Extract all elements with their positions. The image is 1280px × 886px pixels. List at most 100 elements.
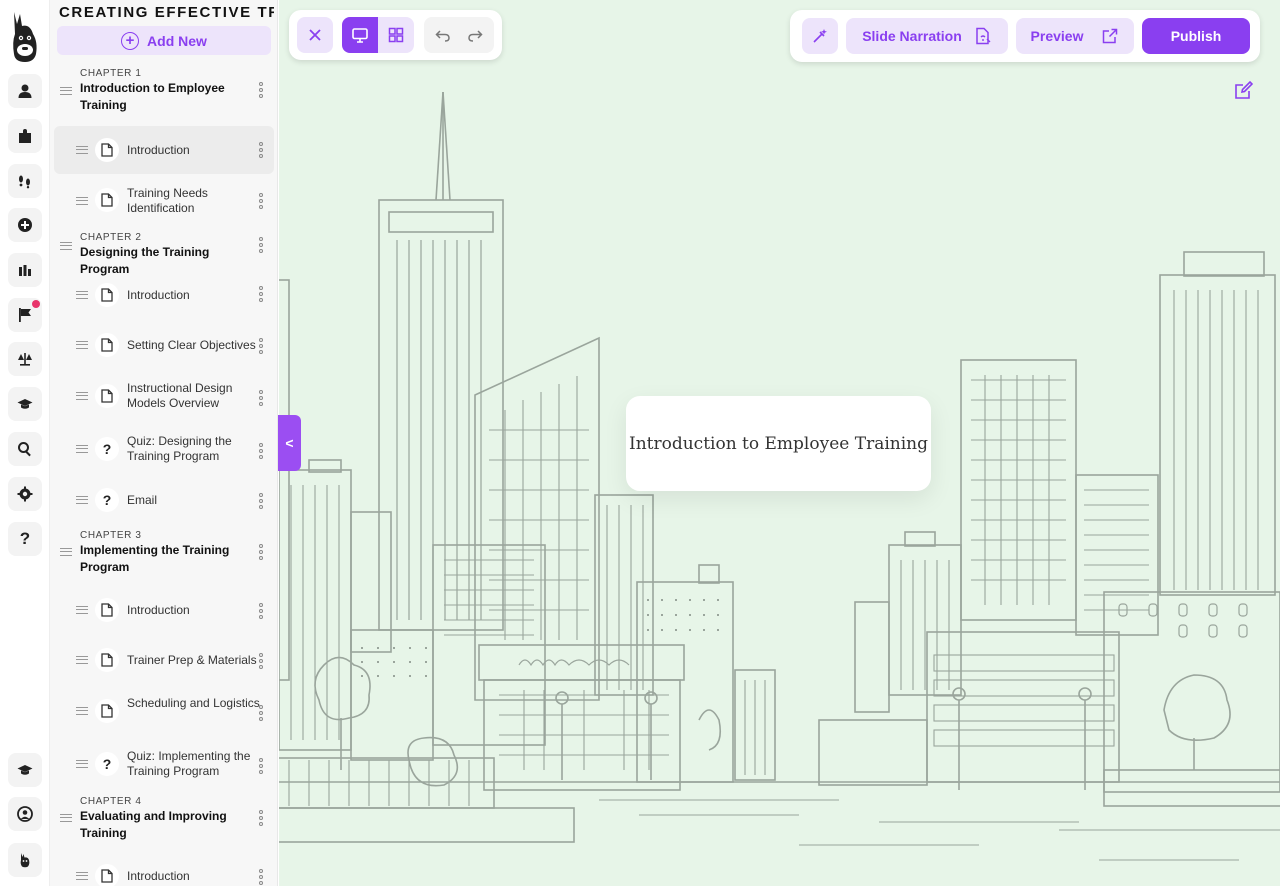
narration-icon xyxy=(976,27,991,45)
footprints-icon xyxy=(19,175,30,189)
rail-compliance-button[interactable] xyxy=(8,342,42,376)
more-options-icon[interactable] xyxy=(259,493,263,511)
rail-academy-button[interactable] xyxy=(8,753,42,787)
lesson-title: Trainer Prep & Materials xyxy=(127,653,257,667)
drag-handle-icon[interactable] xyxy=(76,197,88,205)
drag-handle-icon[interactable] xyxy=(76,341,88,349)
lesson-row[interactable]: Introduction xyxy=(50,858,277,886)
preview-button[interactable]: Preview xyxy=(1016,18,1134,54)
lesson-title: Quiz: Implementing the Training Program xyxy=(127,749,251,778)
lesson-row[interactable]: Setting Clear Objectives xyxy=(50,325,277,365)
lesson-row[interactable]: ? Quiz: Designing the Training Program xyxy=(50,427,277,473)
more-options-icon[interactable] xyxy=(259,390,263,408)
rail-profile-button[interactable] xyxy=(8,797,42,831)
lesson-title: Email xyxy=(127,493,158,507)
chapter-row[interactable]: CHAPTER 2 Designing the Training Program xyxy=(50,230,277,276)
drag-handle-icon[interactable] xyxy=(60,548,72,556)
ai-magic-button[interactable] xyxy=(802,18,838,54)
lesson-row[interactable]: Scheduling and Logistics xyxy=(50,689,277,735)
edit-slide-icon[interactable] xyxy=(1233,79,1255,101)
plus-circle-icon: + xyxy=(121,31,140,50)
more-options-icon[interactable] xyxy=(259,758,263,776)
chapter-title: Introduction to Employee Training xyxy=(80,81,225,112)
drag-handle-icon[interactable] xyxy=(60,242,72,250)
help-icon: ? xyxy=(19,529,31,548)
more-options-icon[interactable] xyxy=(259,705,263,723)
lesson-row[interactable]: Introduction xyxy=(50,275,277,315)
drag-handle-icon[interactable] xyxy=(76,656,88,664)
drag-handle-icon[interactable] xyxy=(76,291,88,299)
lesson-title: Introduction xyxy=(127,288,190,302)
lesson-row[interactable]: Instructional Design Models Overview xyxy=(50,374,277,420)
flag-icon xyxy=(19,308,31,322)
rail-reports-button[interactable] xyxy=(8,298,42,332)
rail-create-button[interactable] xyxy=(8,208,42,242)
chapter-label: CHAPTER 4 xyxy=(80,796,142,807)
drag-handle-icon[interactable] xyxy=(76,496,88,504)
lesson-title: Scheduling and Logistics xyxy=(127,696,260,710)
editor-toolbar-left xyxy=(289,10,502,60)
more-options-icon[interactable] xyxy=(259,810,263,828)
lesson-row[interactable]: Trainer Prep & Materials xyxy=(50,642,277,682)
desktop-view-button[interactable] xyxy=(342,17,378,53)
more-options-icon[interactable] xyxy=(259,443,263,461)
more-options-icon[interactable] xyxy=(259,193,263,211)
page-icon xyxy=(95,333,119,357)
rail-courses-button[interactable] xyxy=(8,387,42,421)
chapter-row[interactable]: CHAPTER 4 Evaluating and Improving Train… xyxy=(50,794,277,846)
lesson-row[interactable]: Introduction xyxy=(50,592,277,632)
rail-paths-button[interactable] xyxy=(8,164,42,198)
publish-button[interactable]: Publish xyxy=(1142,18,1250,54)
undo-icon[interactable] xyxy=(434,26,452,44)
graduation-cap-icon xyxy=(17,765,33,775)
drag-handle-icon[interactable] xyxy=(76,392,88,400)
rail-integrations-button[interactable] xyxy=(8,119,42,153)
add-new-button[interactable]: + Add New xyxy=(57,26,271,55)
llama-logo[interactable] xyxy=(6,8,44,64)
rail-search-button[interactable] xyxy=(8,432,42,466)
rail-users-button[interactable] xyxy=(8,74,42,108)
drag-handle-icon[interactable] xyxy=(76,146,88,154)
lesson-row-active[interactable]: Introduction xyxy=(54,126,274,174)
drag-handle-icon[interactable] xyxy=(76,707,88,715)
page-icon xyxy=(95,598,119,622)
more-options-icon[interactable] xyxy=(259,544,263,562)
chapter-row[interactable]: CHAPTER 1 Introduction to Employee Train… xyxy=(50,66,277,118)
lesson-row[interactable]: ? Email xyxy=(50,482,277,522)
more-options-icon[interactable] xyxy=(259,286,263,304)
chapter-title: Designing the Training Program xyxy=(80,245,210,276)
drag-handle-icon[interactable] xyxy=(76,760,88,768)
rail-help-button[interactable]: ? xyxy=(8,522,42,556)
grid-view-button[interactable] xyxy=(378,17,414,53)
chapter-title: Implementing the Training Program xyxy=(80,543,230,574)
lesson-title: Introduction xyxy=(127,869,190,883)
lesson-row[interactable]: Training Needs Identification xyxy=(50,178,277,224)
redo-icon[interactable] xyxy=(466,26,484,44)
more-options-icon[interactable] xyxy=(259,869,263,886)
more-options-icon[interactable] xyxy=(259,603,263,621)
drag-handle-icon[interactable] xyxy=(60,814,72,822)
drag-handle-icon[interactable] xyxy=(60,87,72,95)
slide-canvas[interactable]: Slide Narration Preview Publish Introduc… xyxy=(279,0,1280,886)
rail-account-button[interactable] xyxy=(8,843,42,877)
drag-handle-icon[interactable] xyxy=(76,445,88,453)
lesson-title: Introduction xyxy=(127,143,190,157)
lesson-title: Instructional Design Models Overview xyxy=(127,381,233,410)
more-options-icon[interactable] xyxy=(259,82,263,100)
drag-handle-icon[interactable] xyxy=(76,606,88,614)
external-link-icon xyxy=(1103,28,1118,44)
rail-analytics-button[interactable] xyxy=(8,253,42,287)
slide-title-card[interactable]: Introduction to Employee Training xyxy=(626,396,931,491)
more-options-icon[interactable] xyxy=(259,653,263,671)
collapse-sidebar-button[interactable]: < xyxy=(278,415,301,471)
rail-settings-button[interactable] xyxy=(8,477,42,511)
slide-narration-button[interactable]: Slide Narration xyxy=(846,18,1008,54)
more-options-icon[interactable] xyxy=(259,338,263,356)
plus-circle-icon xyxy=(18,218,32,232)
more-options-icon[interactable] xyxy=(259,237,263,255)
lesson-row[interactable]: ? Quiz: Implementing the Training Progra… xyxy=(50,742,277,788)
more-options-icon[interactable] xyxy=(259,142,263,160)
close-editor-button[interactable] xyxy=(297,17,333,53)
drag-handle-icon[interactable] xyxy=(76,872,88,880)
chapter-row[interactable]: CHAPTER 3 Implementing the Training Prog… xyxy=(50,528,277,580)
